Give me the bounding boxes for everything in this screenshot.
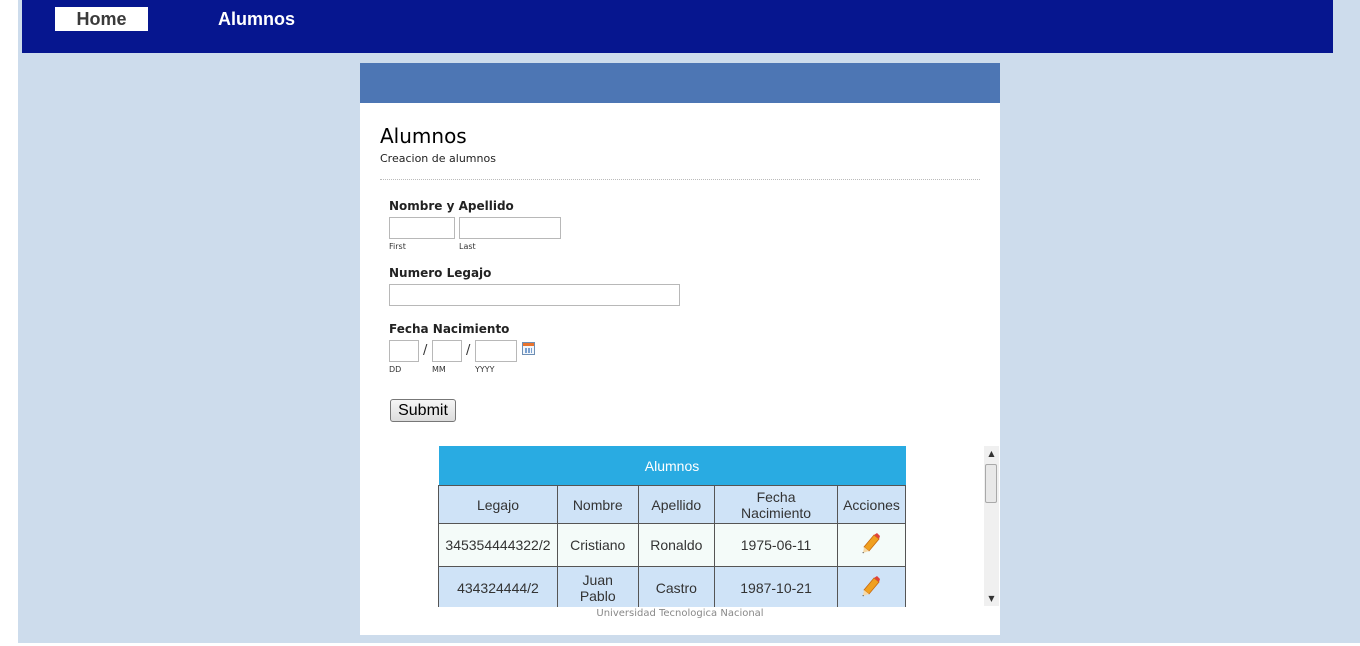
cell-fecha: 1987-10-21: [714, 566, 838, 607]
day-sublabel: DD: [389, 365, 402, 374]
legajo-label: Numero Legajo: [389, 266, 492, 280]
submit-button[interactable]: Submit: [390, 399, 456, 422]
scroll-down-arrow-icon[interactable]: ▼: [984, 591, 999, 606]
date-separator: /: [423, 343, 428, 358]
cell-fecha: 1975-06-11: [714, 523, 838, 567]
form-subtitle: Creacion de alumnos: [380, 152, 496, 165]
calendar-icon[interactable]: [522, 342, 535, 355]
cell-apellido: Castro: [637, 566, 716, 607]
alumnos-table-container: Alumnos Legajo Nombre Apellido Fecha Nac…: [438, 446, 906, 607]
last-sublabel: Last: [459, 242, 476, 251]
divider: [380, 179, 980, 180]
date-separator: /: [466, 343, 471, 358]
vertical-scrollbar[interactable]: ▲ ▼: [984, 446, 999, 606]
footer-text: Universidad Tecnologica Nacional: [596, 608, 764, 619]
last-name-input[interactable]: [459, 217, 561, 239]
legajo-input[interactable]: [389, 284, 680, 306]
cell-nombre: Cristiano: [556, 523, 639, 567]
cell-legajo: 345354444322/2: [438, 523, 558, 567]
cell-nombre: Juan Pablo: [556, 566, 639, 607]
column-header-acciones: Acciones: [836, 485, 906, 524]
nav-alumnos-link[interactable]: Alumnos: [218, 7, 295, 31]
column-header-nombre: Nombre: [556, 485, 639, 524]
year-input[interactable]: [475, 340, 517, 362]
alumnos-table: Alumnos Legajo Nombre Apellido Fecha Nac…: [438, 446, 906, 607]
table-row: 345354444322/2 Cristiano Ronaldo 1975-06…: [438, 523, 906, 567]
table-caption: Alumnos: [438, 446, 906, 486]
name-label: Nombre y Apellido: [389, 199, 514, 213]
column-header-apellido: Apellido: [637, 485, 716, 524]
month-input[interactable]: [432, 340, 462, 362]
cell-apellido: Ronaldo: [637, 523, 716, 567]
table-row: 434324444/2 Juan Pablo Castro 1987-10-21: [438, 566, 906, 607]
pencil-icon[interactable]: [861, 575, 881, 598]
birth-label: Fecha Nacimiento: [389, 322, 510, 336]
column-header-legajo: Legajo: [438, 485, 558, 524]
scroll-thumb[interactable]: [985, 464, 997, 503]
card-header: [360, 63, 1000, 103]
pencil-icon[interactable]: [861, 532, 881, 555]
day-input[interactable]: [389, 340, 419, 362]
nav-home-link[interactable]: Home: [55, 7, 148, 31]
form-title: Alumnos: [380, 124, 467, 148]
form-card: Alumnos Creacion de alumnos Nombre y Ape…: [360, 63, 1000, 635]
year-sublabel: YYYY: [475, 365, 495, 374]
first-name-input[interactable]: [389, 217, 455, 239]
first-sublabel: First: [389, 242, 406, 251]
cell-acciones: [836, 523, 906, 567]
column-header-fecha: Fecha Nacimiento: [714, 485, 838, 524]
cell-acciones: [836, 566, 906, 607]
top-navbar: Home Alumnos: [22, 0, 1333, 53]
scroll-up-arrow-icon[interactable]: ▲: [984, 446, 999, 461]
cell-legajo: 434324444/2: [438, 566, 558, 607]
month-sublabel: MM: [432, 365, 446, 374]
